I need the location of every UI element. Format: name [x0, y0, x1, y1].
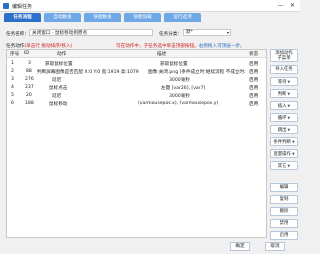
cell-index: 5 [11, 92, 14, 98]
cell-status: 启用 [249, 69, 259, 75]
close-button[interactable]: ✕ [288, 1, 297, 10]
cell-id: 20 [26, 92, 32, 98]
judge-label: 判断 [277, 92, 287, 97]
dropdown-arrow-icon: ▼ [287, 164, 291, 168]
variable-label: 变量操作 [273, 152, 291, 157]
other-button[interactable]: 其它▼ [270, 161, 298, 170]
task-group-value: 默* [186, 30, 193, 35]
ok-button[interactable]: 确定 [230, 242, 250, 251]
tab-auto-trigger[interactable]: 自动触发 [44, 13, 81, 22]
cell-id: 276 [25, 76, 34, 82]
add-action-sub-label: 子菜单 [277, 56, 291, 61]
condition-label: 条件判断 [273, 140, 291, 145]
col-action: 动作 [57, 52, 67, 57]
tab-quick-load[interactable]: 快捷加载 [124, 13, 161, 22]
table-header: 序号 ID 动作 描述 状态 [7, 50, 266, 58]
jump-button[interactable]: 跳出▼ [270, 125, 298, 134]
dropdown-arrow-icon: ▼ [287, 128, 291, 132]
cell-id: 237 [25, 84, 34, 90]
cell-index: 3 [11, 76, 14, 82]
cell-desc: 3000毫秒 [169, 93, 190, 99]
col-id: ID [24, 51, 29, 56]
import-task-button[interactable]: 导入任务 [270, 65, 298, 74]
cell-desc: (varmousepos.x), (varmousepos.y) [138, 100, 219, 106]
col-status: 状态 [249, 52, 259, 57]
cell-index: 6 [11, 100, 14, 106]
dropdown-arrow-icon: ▼ [287, 104, 291, 108]
cell-id: 3 [28, 60, 31, 66]
cell-action: 延迟 [52, 93, 62, 99]
dropdown-arrow-icon: ▼ [287, 80, 291, 84]
tab-hotkey-trigger[interactable]: 快捷触发 [84, 13, 121, 22]
cell-index: 1 [11, 60, 14, 66]
condition-button[interactable]: 条件判断▼ [270, 137, 298, 146]
cell-desc: 图像:关闭.png [条件成立时:继续流程 不成立时:中… [148, 69, 246, 75]
other-label: 其它 [277, 164, 287, 169]
variable-button[interactable]: 变量操作▼ [270, 149, 298, 158]
add-action-button[interactable]: 添加动作 子菜单 [270, 49, 298, 62]
app-icon [3, 2, 9, 9]
dropdown-arrow-icon: ▼ [287, 116, 291, 120]
cell-action: 延迟 [52, 77, 62, 83]
table-row[interactable]: 3 276 延迟 3000毫秒 启用 [7, 75, 266, 83]
table-row[interactable]: 2 88 判断屏幕图像是否匹配 X:0 Y:0 宽:1919 高:1079 图像… [7, 67, 266, 75]
cell-id: 188 [25, 100, 34, 106]
minimize-button[interactable]: — [276, 1, 285, 10]
dropdown-arrow-icon: ▼ [291, 140, 295, 144]
cell-status: 启用 [249, 101, 259, 107]
enable-button[interactable]: 启用 [270, 231, 298, 240]
cell-desc: 获取鼠标位置 [160, 61, 188, 67]
table-row[interactable]: 4 237 鼠标点击 左键 [var26], [var7] 启用 [7, 83, 266, 91]
table-row[interactable]: 6 188 鼠标移动 (varmousepos.x), (varmousepos… [7, 99, 266, 107]
wait-label: 等待 [277, 80, 287, 85]
task-group-label: 任务分类： [159, 31, 182, 37]
cell-index: 4 [11, 84, 14, 90]
cell-status: 启用 [249, 61, 259, 67]
task-name-input[interactable]: 关闭窗口 - 鼠标移动到原点 [29, 29, 153, 36]
loop-button[interactable]: 循环▼ [270, 113, 298, 122]
cell-id: 88 [26, 68, 32, 74]
table-row[interactable]: 5 20 延迟 3000毫秒 启用 [7, 91, 266, 99]
tab-task-flow[interactable]: 任务流程 [4, 13, 41, 22]
wait-button[interactable]: 等待▼ [270, 77, 298, 86]
cell-status: 启用 [249, 85, 259, 91]
insert-label: 插入 [277, 104, 287, 109]
col-index: 序号 [10, 52, 20, 57]
cancel-button[interactable]: 取消 [265, 242, 285, 251]
table-row[interactable]: 1 3 获取鼠标位置 获取鼠标位置 启用 [7, 59, 266, 67]
edit-button[interactable]: 编辑 [270, 183, 298, 192]
title-bar: 编辑任务 — ✕ [0, 0, 300, 12]
task-form: 任务名称： 关闭窗口 - 鼠标移动到原点 任务分类： 默* ▾ [6, 29, 296, 38]
chevron-down-icon: ▾ [226, 30, 229, 35]
cell-action: 鼠标移动 [49, 101, 68, 107]
loop-label: 循环 [277, 116, 287, 121]
dropdown-arrow-icon: ▼ [287, 92, 291, 96]
judge-button[interactable]: 判断▼ [270, 89, 298, 98]
cell-index: 2 [11, 68, 14, 74]
cell-desc: 3000毫秒 [169, 77, 190, 83]
jump-label: 跳出 [277, 128, 287, 133]
delete-button[interactable]: 删除 [270, 207, 298, 216]
action-table: 序号 ID 动作 描述 状态 1 3 获取鼠标位置 获取鼠标位置 启用 2 88… [6, 49, 267, 238]
dropdown-arrow-icon: ▼ [291, 152, 295, 156]
insert-button[interactable]: 插入▼ [270, 101, 298, 110]
tab-run-options[interactable]: 运行选项 [164, 13, 201, 22]
cell-action: 获取鼠标位置 [45, 61, 73, 67]
cell-status: 启用 [249, 77, 259, 83]
task-group-select[interactable]: 默* ▾ [183, 29, 231, 36]
disable-button[interactable]: 禁用 [270, 219, 298, 228]
cell-action: 鼠标点击 [49, 85, 68, 91]
cell-desc: 左键 [var26], [var7] [161, 85, 206, 91]
window-title: 编辑任务 [12, 3, 33, 10]
cell-status: 启用 [249, 93, 259, 99]
copy-button[interactable]: 复制 [270, 195, 298, 204]
cell-action: 判断屏幕图像是否匹配 X:0 Y:0 宽:1919 高:1079 [37, 69, 139, 75]
col-desc: 描述 [157, 52, 167, 57]
task-name-label: 任务名称： [6, 31, 29, 37]
